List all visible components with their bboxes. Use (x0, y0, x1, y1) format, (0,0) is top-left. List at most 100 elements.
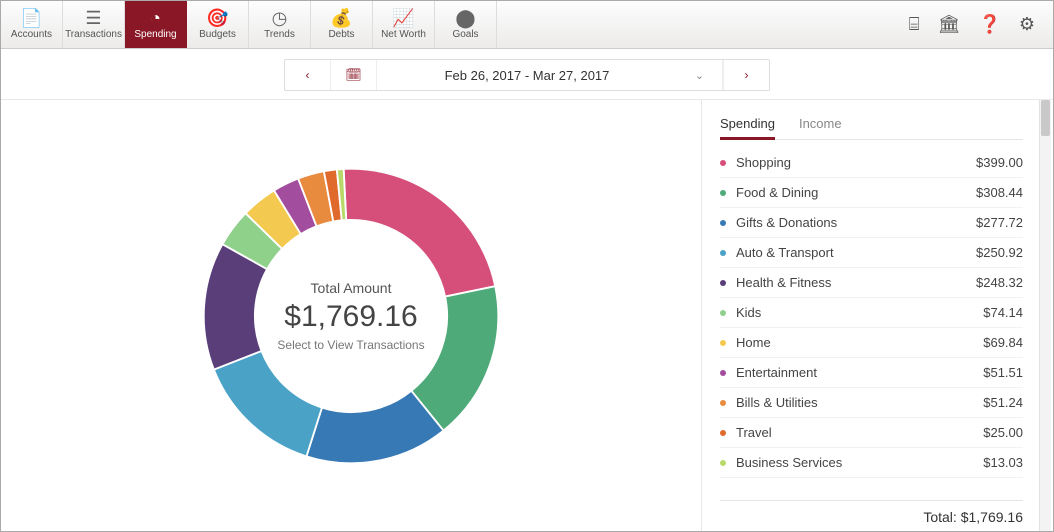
donut-label-top: Total Amount (251, 280, 451, 296)
nav-label: Accounts (11, 29, 52, 40)
tab-spending[interactable]: Spending (720, 110, 775, 140)
nav-label: Transactions (65, 29, 122, 40)
category-name: Shopping (736, 155, 791, 170)
nav-trends[interactable]: ◷ Trends (249, 1, 311, 48)
category-row[interactable]: Travel $25.00 (720, 418, 1023, 448)
date-bar: ‹ 🗓 Feb 26, 2017 - Mar 27, 2017 ⌄ › (1, 49, 1053, 100)
nav-budgets[interactable]: 🎯 Budgets (187, 1, 249, 48)
nav-spacer (497, 1, 909, 48)
category-dot-icon (720, 460, 726, 466)
donut-slice[interactable] (344, 168, 496, 296)
budgets-icon: 🎯 (206, 9, 228, 27)
category-dot-icon (720, 370, 726, 376)
category-dot-icon (720, 340, 726, 346)
transactions-icon: ☰ (85, 9, 101, 27)
category-amount: $277.72 (976, 215, 1023, 230)
total-row: Total: $1,769.16 (720, 500, 1023, 531)
donut-slice[interactable] (214, 350, 322, 455)
category-row[interactable]: Gifts & Donations $277.72 (720, 208, 1023, 238)
nav-label: Debts (328, 29, 354, 40)
main-content: Total Amount $1,769.16 Select to View Tr… (1, 100, 1053, 531)
nav-label: Goals (452, 29, 478, 40)
category-row[interactable]: Entertainment $51.51 (720, 358, 1023, 388)
category-name: Auto & Transport (736, 245, 834, 260)
category-dot-icon (720, 160, 726, 166)
bank-icon[interactable]: 🏛 (938, 14, 961, 35)
category-row[interactable]: Food & Dining $308.44 (720, 178, 1023, 208)
category-amount: $399.00 (976, 155, 1023, 170)
category-list: Shopping $399.00 Food & Dining $308.44 Gifts… (720, 148, 1023, 500)
nav-accounts[interactable]: 📄 Accounts (1, 1, 63, 48)
category-dot-icon (720, 430, 726, 436)
scrollbar[interactable] (1039, 100, 1051, 531)
category-amount: $69.84 (983, 335, 1023, 350)
net-worth-icon: 📈 (392, 9, 414, 27)
category-name: Travel (736, 425, 772, 440)
nav-transactions[interactable]: ☰ Transactions (63, 1, 125, 48)
accounts-icon: 📄 (20, 9, 42, 27)
spending-icon: ◔ (150, 9, 161, 27)
inbox-icon[interactable]: ⌸ (909, 14, 920, 35)
nav-label: Trends (264, 29, 295, 40)
category-name: Business Services (736, 455, 842, 470)
settings-icon[interactable]: ⚙ (1019, 14, 1035, 35)
category-row[interactable]: Health & Fitness$248.32 (720, 268, 1023, 298)
nav-label: Net Worth (381, 29, 426, 40)
category-amount: $74.14 (983, 305, 1023, 320)
total-amount: $1,769.16 (961, 509, 1023, 525)
category-row[interactable]: Shopping $399.00 (720, 148, 1023, 178)
category-dot-icon (720, 220, 726, 226)
goals-icon: ⬤ (455, 9, 475, 27)
debts-icon: 💰 (330, 9, 352, 27)
category-amount: $51.24 (983, 395, 1023, 410)
category-name: Kids (736, 305, 761, 320)
nav-spending[interactable]: ◔ Spending (125, 1, 187, 48)
category-row[interactable]: Auto & Transport $250.92 (720, 238, 1023, 268)
breakdown-tabs: Spending Income (720, 110, 1023, 140)
nav-debts[interactable]: 💰 Debts (311, 1, 373, 48)
category-name: Gifts & Donations (736, 215, 837, 230)
scrollbar-thumb[interactable] (1041, 100, 1050, 136)
category-amount: $25.00 (983, 425, 1023, 440)
category-dot-icon (720, 280, 726, 286)
top-nav: 📄 Accounts ☰ Transactions ◔ Spending 🎯 Budgets ◷… (1, 1, 1053, 49)
category-row[interactable]: Bills & Utilities $51.24 (720, 388, 1023, 418)
nav-goals[interactable]: ⬤ Goals (435, 1, 497, 48)
category-row[interactable]: Home $69.84 (720, 328, 1023, 358)
category-name: Entertainment (736, 365, 817, 380)
category-name: Health & Fitness (736, 275, 831, 290)
calendar-icon[interactable]: 🗓 (331, 60, 377, 90)
date-range-label[interactable]: Feb 26, 2017 - Mar 27, 2017 (377, 68, 677, 83)
category-amount: $13.03 (983, 455, 1023, 470)
category-name: Home (736, 335, 771, 350)
breakdown-pane: Spending Income Shopping $399.00 Food & Di… (701, 100, 1041, 531)
tab-income[interactable]: Income (799, 110, 842, 139)
category-dot-icon (720, 400, 726, 406)
nav-label: Budgets (199, 29, 236, 40)
date-next-button[interactable]: › (723, 60, 769, 90)
nav-right-icons: ⌸ 🏛 ❓ ⚙ (909, 1, 1053, 48)
help-icon[interactable]: ❓ (978, 14, 1000, 35)
donut-chart[interactable]: Total Amount $1,769.16 Select to View Tr… (196, 161, 506, 471)
category-dot-icon (720, 310, 726, 316)
nav-label: Spending (134, 29, 176, 40)
category-name: Bills & Utilities (736, 395, 818, 410)
donut-amount: $1,769.16 (251, 300, 451, 334)
trends-icon: ◷ (272, 9, 288, 27)
category-amount: $308.44 (976, 185, 1023, 200)
category-row[interactable]: Kids $74.14 (720, 298, 1023, 328)
category-dot-icon (720, 250, 726, 256)
donut-center: Total Amount $1,769.16 Select to View Tr… (251, 280, 451, 352)
category-amount: $250.92 (976, 245, 1023, 260)
donut-label-bottom: Select to View Transactions (251, 338, 451, 352)
category-row[interactable]: Business Services $13.03 (720, 448, 1023, 478)
date-dropdown-button[interactable]: ⌄ (677, 60, 723, 90)
date-prev-button[interactable]: ‹ (285, 60, 331, 90)
total-label: Total: (923, 509, 956, 525)
chart-pane: Total Amount $1,769.16 Select to View Tr… (1, 100, 701, 531)
date-range-control: ‹ 🗓 Feb 26, 2017 - Mar 27, 2017 ⌄ › (284, 59, 770, 91)
category-dot-icon (720, 190, 726, 196)
category-amount: $51.51 (983, 365, 1023, 380)
nav-net-worth[interactable]: 📈 Net Worth (373, 1, 435, 48)
category-name: Food & Dining (736, 185, 818, 200)
